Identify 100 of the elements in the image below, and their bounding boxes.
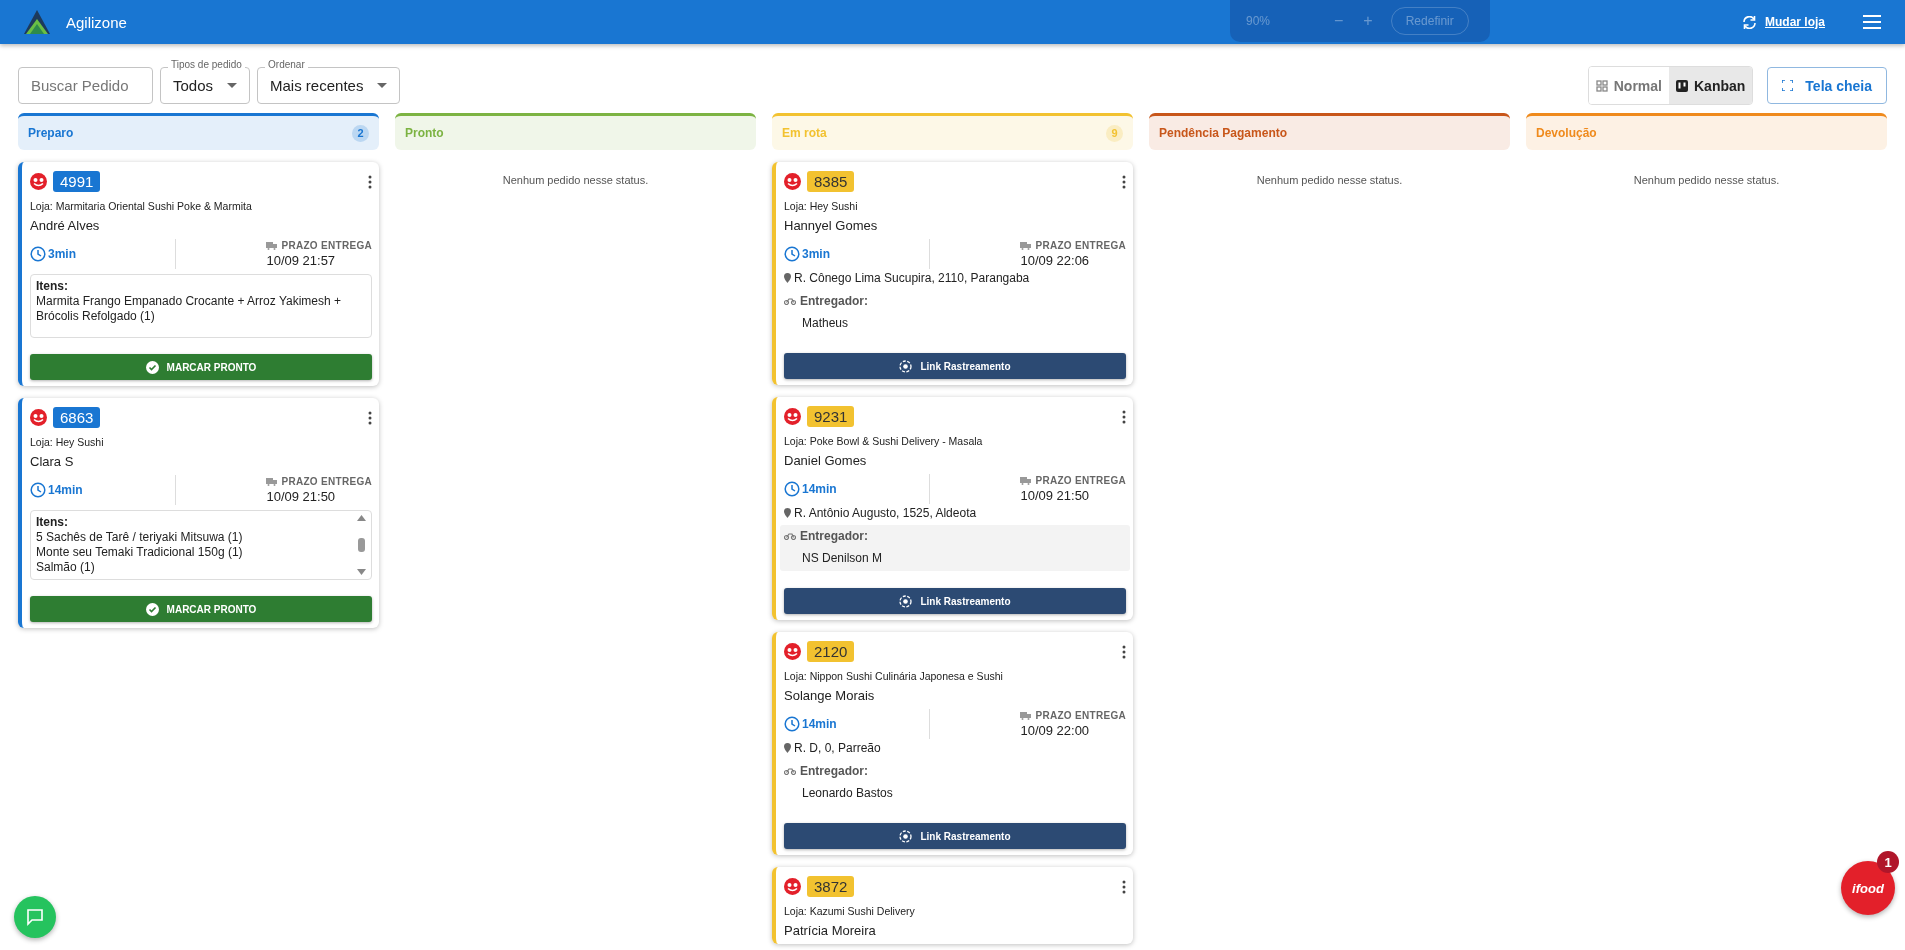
empty-message: Nenhum pedido nesse status. (1256, 174, 1403, 186)
more-options-icon[interactable] (1122, 644, 1126, 659)
order-number: 4991 (53, 171, 101, 192)
item-text: Marmita Frango Empanado Crocante + Arroz Yakimesh + Brócolis Refolgado (1) (36, 294, 343, 324)
truck-icon (266, 241, 278, 250)
more-options-icon[interactable] (368, 410, 372, 425)
location-target-icon (899, 594, 913, 608)
truck-icon (1020, 711, 1032, 720)
location-target-icon (899, 359, 913, 373)
column-title: Preparo (28, 126, 74, 140)
truck-icon (1020, 241, 1032, 250)
mark-ready-button[interactable]: MARCAR PRONTO (30, 354, 372, 380)
kanban-icon (1676, 79, 1688, 92)
fullscreen-button[interactable]: Tela cheia (1767, 67, 1887, 104)
item-text: Salmão (1) (36, 560, 96, 575)
elapsed-time: 14min (802, 717, 837, 731)
item-text: 5 Sachês de Tarê / teriyaki Mitsuwa (1) (36, 530, 244, 545)
location-pin-icon (784, 273, 791, 283)
customer-name: Patrícia Moreira (784, 923, 877, 938)
delivery-address: R. Cônego Lima Sucupira, 2110, Parangaba (794, 271, 1030, 285)
deadline-time: 10/09 21:50 (1020, 488, 1090, 503)
filter-value: Todos (173, 77, 214, 94)
filter-label: Tipos de pedido (168, 59, 245, 70)
delivery-address: R. Antônio Augusto, 1525, Aldeota (794, 506, 977, 520)
location-pin-icon (784, 508, 791, 518)
notification-badge: 1 (1877, 851, 1899, 873)
column-title: Devolução (1536, 126, 1597, 140)
items-label: Itens: (36, 279, 69, 294)
deadline-label: PRAZO ENTREGA (1035, 710, 1126, 721)
courier-name: Leonardo Bastos (802, 786, 894, 800)
order-number: 6863 (53, 407, 101, 428)
truck-icon (1020, 476, 1032, 485)
column-title: Pronto (405, 126, 444, 140)
column-title: Pendência Pagamento (1159, 126, 1288, 140)
order-number: 3872 (807, 876, 855, 897)
tracking-link-button[interactable]: Link Rastreamento (784, 823, 1126, 849)
deadline-label: PRAZO ENTREGA (281, 476, 372, 487)
motorcycle-icon (784, 297, 796, 305)
restaurant-logo-icon (30, 173, 47, 190)
more-options-icon[interactable] (1122, 879, 1126, 894)
tracking-link-button[interactable]: Link Rastreamento (784, 353, 1126, 379)
elapsed-time: 14min (48, 483, 83, 497)
app-title: Agilizone (66, 13, 127, 31)
courier-label: Entregador: (800, 529, 868, 543)
deadline-label: PRAZO ENTREGA (1035, 240, 1126, 251)
store-name: Loja: Poke Bowl & Sushi Delivery - Masala (784, 435, 984, 447)
deadline-time: 10/09 22:00 (1020, 723, 1090, 738)
change-store-link[interactable]: Mudar loja (1742, 15, 1825, 29)
order-number: 8385 (807, 171, 855, 192)
motorcycle-icon (784, 532, 796, 540)
truck-icon (266, 477, 278, 486)
deadline-label: PRAZO ENTREGA (281, 240, 372, 251)
scroll-down-icon[interactable] (356, 569, 366, 575)
store-name: Loja: Kazumi Sushi Delivery (784, 905, 916, 917)
clock-icon (784, 246, 800, 262)
courier-name: Matheus (802, 316, 850, 330)
deadline-label: PRAZO ENTREGA (1035, 475, 1126, 486)
dropdown-caret-icon (377, 83, 388, 88)
deadline-time: 10/09 21:50 (266, 489, 336, 504)
order-number: 9231 (807, 406, 855, 427)
empty-message: Nenhum pedido nesse status. (502, 174, 649, 186)
delivery-address: R. D, 0, Parreão (794, 741, 881, 755)
check-circle-icon (145, 602, 159, 616)
empty-message: Nenhum pedido nesse status. (1633, 174, 1780, 186)
check-circle-icon (145, 360, 159, 374)
column-count: 9 (1106, 124, 1123, 142)
more-options-icon[interactable] (368, 174, 372, 189)
order-number: 2120 (807, 641, 855, 662)
more-options-icon[interactable] (1122, 174, 1126, 189)
clock-icon (784, 716, 800, 732)
motorcycle-icon (784, 767, 796, 775)
view-toggle[interactable]: Kanban (1669, 67, 1753, 104)
customer-name: Hannyel Gomes (784, 218, 879, 233)
restaurant-logo-icon (30, 409, 47, 426)
zoom-level: 90% (1246, 14, 1272, 28)
more-options-icon[interactable] (1122, 409, 1126, 424)
app-logo-icon (24, 10, 50, 34)
scrollbar-thumb[interactable] (357, 538, 365, 552)
customer-name: André Alves (30, 218, 101, 233)
fullscreen-icon (1782, 80, 1794, 91)
column-title: Em rota (782, 126, 827, 140)
customer-name: Solange Morais (784, 688, 876, 703)
filter-label: Ordenar (265, 59, 308, 70)
deadline-time: 10/09 22:06 (1020, 253, 1090, 268)
customer-name: Daniel Gomes (784, 453, 868, 468)
location-pin-icon (784, 743, 791, 753)
scroll-up-icon[interactable] (356, 515, 366, 521)
customer-name: Clara S (30, 454, 75, 469)
mark-ready-button[interactable]: MARCAR PRONTO (30, 596, 372, 622)
dropdown-caret-icon (227, 83, 238, 88)
tracking-link-button[interactable]: Link Rastreamento (784, 588, 1126, 614)
store-name: Loja: Nippon Sushi Culinária Japonesa e Sushi (784, 670, 1004, 682)
location-target-icon (899, 829, 913, 843)
grid-icon (1595, 79, 1608, 92)
chat-icon (26, 908, 44, 926)
search-field[interactable]: Buscar Pedido (18, 67, 153, 104)
elapsed-time: 3min (48, 247, 76, 261)
menu-icon[interactable] (1863, 15, 1881, 29)
items-label: Itens: (36, 515, 69, 530)
column-count: 2 (352, 124, 369, 142)
